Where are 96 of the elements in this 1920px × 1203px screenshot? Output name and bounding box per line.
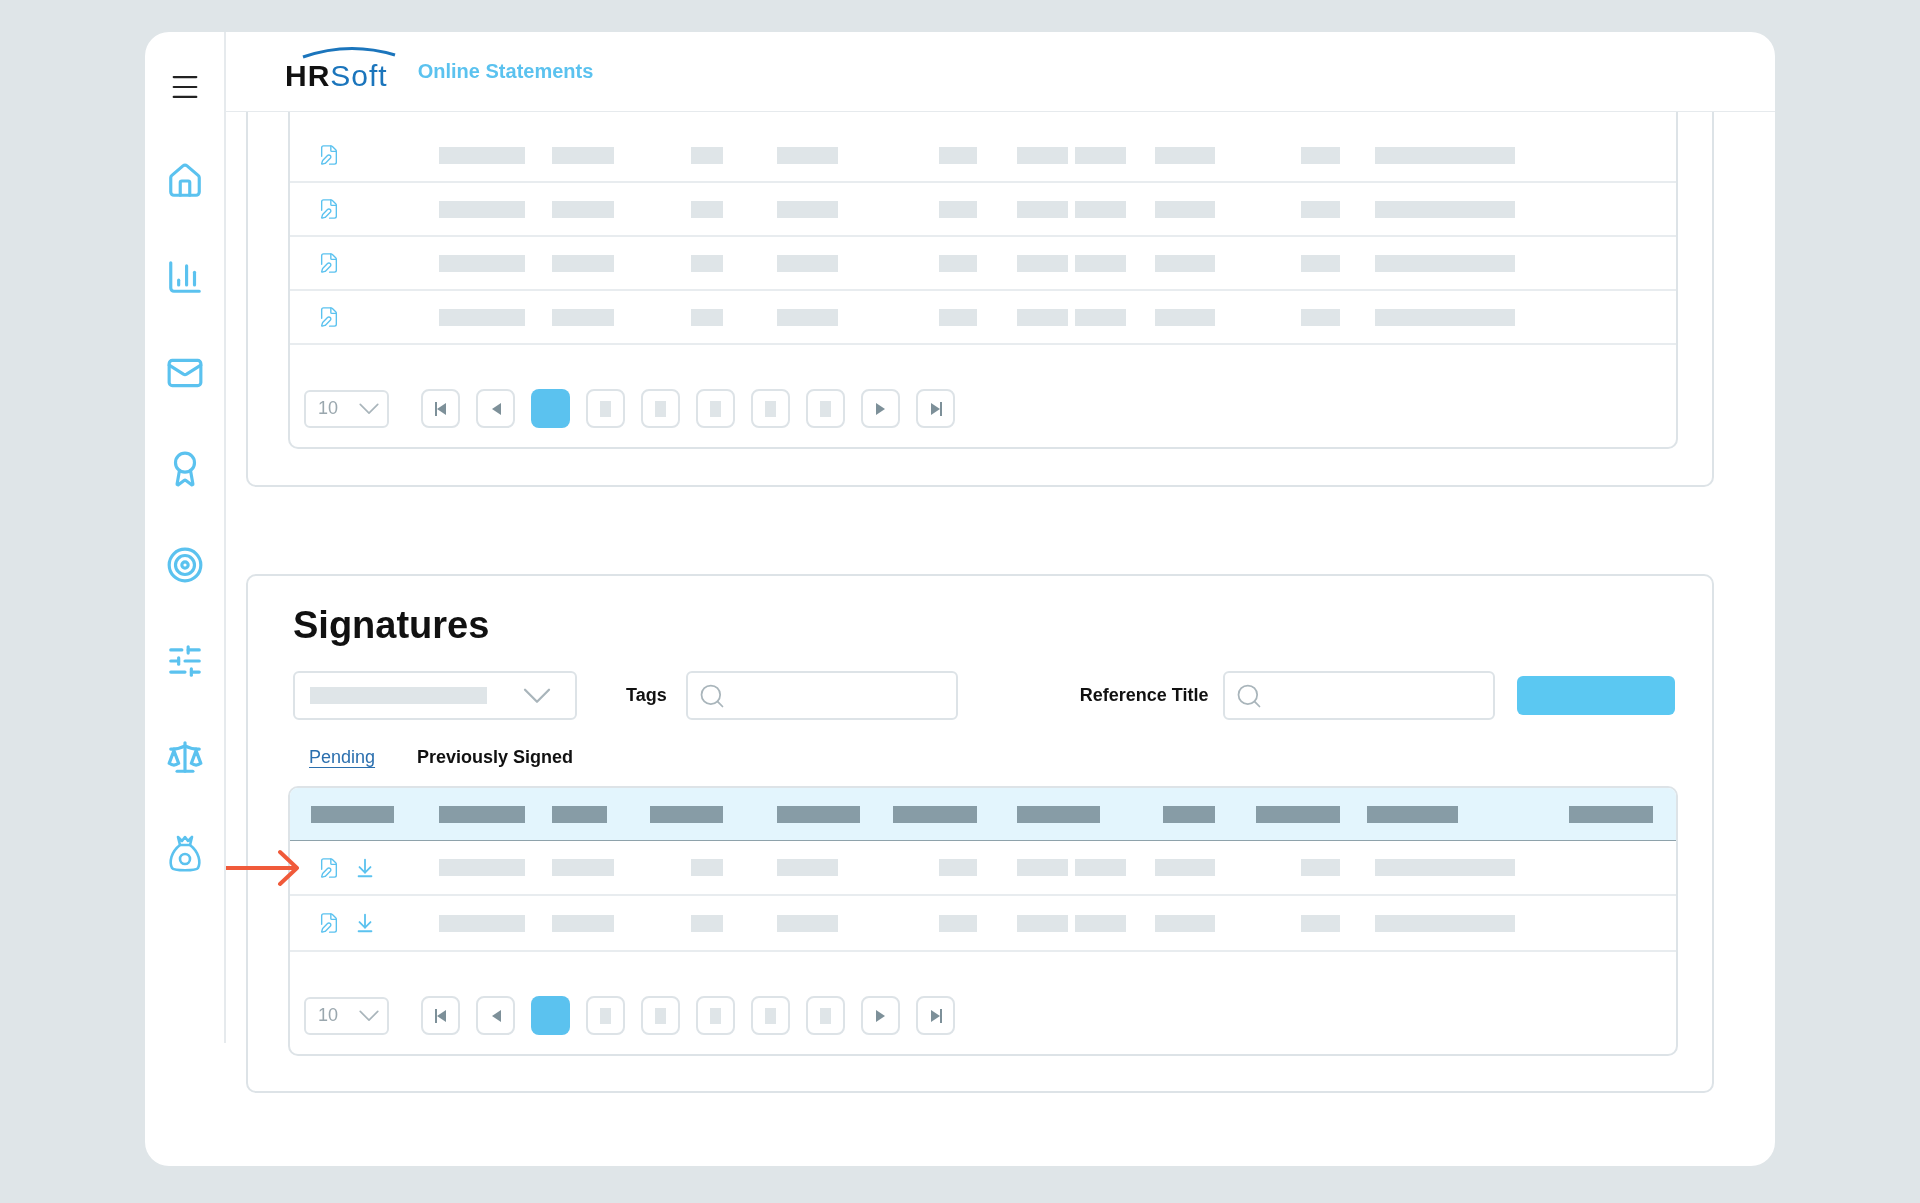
page-button[interactable] — [751, 389, 790, 428]
page-button[interactable] — [641, 389, 680, 428]
page-button[interactable] — [751, 996, 790, 1035]
placeholder-bar — [552, 146, 614, 164]
first-page-icon — [432, 1007, 449, 1024]
edit-document-icon[interactable] — [318, 198, 340, 220]
section-title: Signatures — [293, 604, 491, 647]
edit-document-icon[interactable] — [318, 252, 340, 274]
placeholder-bar — [1017, 254, 1068, 272]
placeholder-bar — [1075, 254, 1126, 272]
logo-arc-icon — [301, 44, 397, 59]
placeholder-bar — [1017, 200, 1068, 218]
page-button[interactable] — [806, 996, 845, 1035]
target-icon[interactable] — [165, 546, 204, 584]
logo-text: HRSoft — [285, 58, 388, 93]
placeholder-bar — [691, 254, 723, 272]
first-page-icon — [432, 400, 449, 417]
placeholder-bar — [1301, 254, 1340, 272]
tags-search-field[interactable] — [685, 671, 958, 720]
placeholder-bar — [1017, 859, 1068, 876]
last-page-button[interactable] — [916, 996, 955, 1035]
tab[interactable]: Pending — [309, 747, 376, 768]
edit-document-icon[interactable] — [318, 912, 340, 934]
placeholder-bar — [1155, 200, 1215, 218]
chevron-down-icon — [359, 1009, 379, 1022]
header-placeholder-bar — [552, 805, 607, 823]
chevron-down-icon — [359, 402, 379, 415]
edit-document-icon[interactable] — [318, 306, 340, 328]
next-page-button[interactable] — [861, 389, 900, 428]
page-button[interactable] — [696, 996, 735, 1035]
last-page-button[interactable] — [916, 389, 955, 428]
placeholder-bar — [1155, 859, 1215, 876]
placeholder-bar — [691, 146, 723, 164]
money-bag-icon[interactable] — [166, 834, 203, 874]
placeholder-bar — [939, 254, 977, 272]
placeholder-bar — [1075, 200, 1126, 218]
placeholder-bar — [777, 859, 838, 876]
chevron-down-icon — [523, 687, 551, 704]
placeholder-bar — [777, 308, 838, 326]
placeholder-bar — [1155, 308, 1215, 326]
page-button[interactable] — [531, 389, 570, 428]
placeholder-bar — [939, 200, 977, 218]
tab[interactable]: Previously Signed — [417, 747, 574, 768]
placeholder-bar — [1301, 914, 1340, 932]
page-button[interactable] — [806, 389, 845, 428]
placeholder-bar — [1301, 859, 1340, 876]
first-page-button[interactable] — [421, 996, 460, 1035]
placeholder-bar — [1301, 200, 1340, 218]
placeholder-bar — [1075, 859, 1126, 876]
placeholder-bar — [1017, 308, 1068, 326]
action-button[interactable] — [1517, 676, 1676, 715]
placeholder-bar — [939, 146, 977, 164]
next-page-button[interactable] — [861, 996, 900, 1035]
previous-page-button[interactable] — [476, 996, 515, 1035]
edit-document-icon[interactable] — [318, 856, 340, 879]
edit-document-icon[interactable] — [318, 144, 340, 166]
placeholder-bar — [939, 859, 977, 876]
placeholder-bar — [552, 254, 614, 272]
header-placeholder-bar — [1163, 805, 1215, 823]
scale-icon[interactable] — [165, 738, 204, 776]
placeholder-bar — [1075, 308, 1126, 326]
placeholder-bar — [1301, 146, 1340, 164]
placeholder-bar — [1155, 146, 1215, 164]
reference-title-search-field[interactable] — [1223, 671, 1496, 720]
page-title: Online Statements — [417, 60, 594, 83]
placeholder-bar — [1075, 146, 1126, 164]
page-button[interactable] — [586, 996, 625, 1035]
placeholder-bar — [1155, 914, 1215, 932]
placeholder-bar — [1155, 254, 1215, 272]
first-page-button[interactable] — [421, 389, 460, 428]
previous-page-button[interactable] — [476, 389, 515, 428]
page-button[interactable] — [641, 996, 680, 1035]
placeholder-bar — [777, 914, 838, 932]
page-button[interactable] — [531, 996, 570, 1035]
placeholder-bar — [939, 308, 977, 326]
placeholder-bar — [1017, 146, 1068, 164]
placeholder-bar — [777, 146, 838, 164]
placeholder-bar — [939, 914, 977, 932]
placeholder-bar — [552, 859, 614, 876]
page-button[interactable] — [586, 389, 625, 428]
placeholder-bar — [1075, 914, 1126, 932]
placeholder-bar — [552, 308, 614, 326]
placeholder-bar — [691, 308, 723, 326]
placeholder-bar — [552, 200, 614, 218]
tags-label: Tags — [626, 685, 667, 706]
page-button[interactable] — [696, 389, 735, 428]
reference-title-label: Reference Title — [1079, 685, 1209, 706]
placeholder-bar — [1301, 308, 1340, 326]
placeholder-bar — [691, 200, 723, 218]
placeholder-bar — [777, 200, 838, 218]
placeholder-bar — [552, 914, 614, 932]
placeholder-bar — [691, 859, 723, 876]
filter-dropdown[interactable] — [293, 671, 577, 720]
placeholder-bar — [691, 914, 723, 932]
placeholder-bar — [1017, 914, 1068, 932]
placeholder-bar — [777, 254, 838, 272]
